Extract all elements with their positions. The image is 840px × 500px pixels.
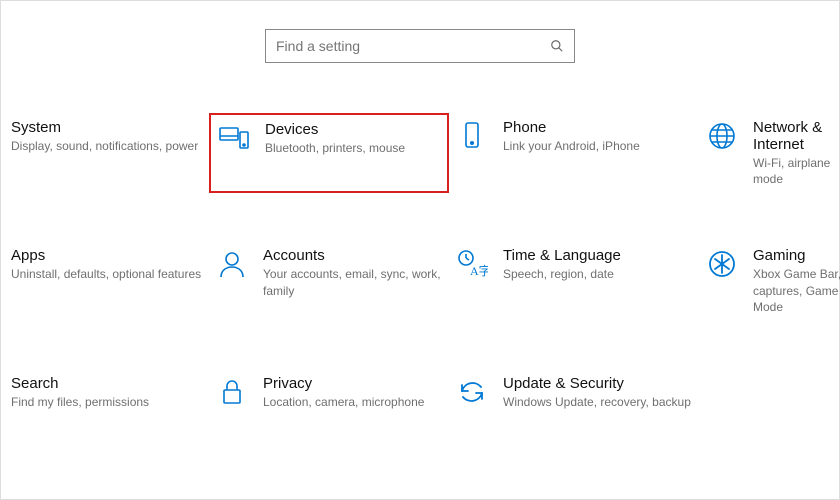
category-system[interactable]: System Display, sound, notifications, po… (9, 113, 209, 193)
category-title: Privacy (263, 375, 424, 392)
category-apps[interactable]: Apps Uninstall, defaults, optional featu… (9, 241, 209, 321)
globe-icon (705, 119, 739, 153)
category-title: Apps (11, 247, 45, 264)
lock-icon (215, 375, 249, 409)
category-title: Phone (503, 119, 640, 136)
category-title: Search (11, 375, 59, 392)
category-title: Accounts (263, 247, 443, 264)
category-desc: Find my files, permissions (11, 394, 149, 410)
search-input[interactable] (276, 38, 550, 54)
category-desc: Wi-Fi, airplane mode (753, 155, 840, 187)
settings-grid: System Display, sound, notifications, po… (1, 113, 839, 416)
category-title: Gaming (753, 247, 840, 264)
category-desc: Location, camera, microphone (263, 394, 424, 410)
update-icon (455, 375, 489, 409)
category-network[interactable]: Network & Internet Wi-Fi, airplane mode (699, 113, 840, 193)
search-box[interactable] (265, 29, 575, 63)
time-language-icon: A字 (455, 247, 489, 281)
category-desc: Bluetooth, printers, mouse (265, 140, 405, 156)
category-title: System (11, 119, 61, 136)
category-desc: Speech, region, date (503, 266, 621, 282)
category-title: Network & Internet (753, 119, 840, 153)
svg-text:A字: A字 (470, 263, 488, 278)
category-accounts[interactable]: Accounts Your accounts, email, sync, wor… (209, 241, 449, 321)
accounts-icon (215, 247, 249, 281)
category-search[interactable]: Search Find my files, permissions (9, 369, 209, 416)
category-desc: Your accounts, email, sync, work, family (263, 266, 443, 298)
category-desc: Uninstall, defaults, optional features (11, 266, 201, 282)
category-title: Devices (265, 121, 405, 138)
category-privacy[interactable]: Privacy Location, camera, microphone (209, 369, 449, 416)
category-devices[interactable]: Devices Bluetooth, printers, mouse (209, 113, 449, 193)
gaming-icon (705, 247, 739, 281)
devices-icon (217, 121, 251, 155)
category-desc: Display, sound, notifications, power (11, 138, 198, 154)
search-icon (550, 39, 564, 53)
category-update[interactable]: Update & Security Windows Update, recove… (449, 369, 699, 416)
category-gaming[interactable]: Gaming Xbox Game Bar, captures, Game Mod… (699, 241, 840, 321)
category-phone[interactable]: Phone Link your Android, iPhone (449, 113, 699, 193)
category-desc: Windows Update, recovery, backup (503, 394, 691, 410)
category-title: Time & Language (503, 247, 621, 264)
category-desc: Xbox Game Bar, captures, Game Mode (753, 266, 840, 315)
category-desc: Link your Android, iPhone (503, 138, 640, 154)
category-time[interactable]: A字 Time & Language Speech, region, date (449, 241, 699, 321)
phone-icon (455, 119, 489, 153)
category-title: Update & Security (503, 375, 691, 392)
